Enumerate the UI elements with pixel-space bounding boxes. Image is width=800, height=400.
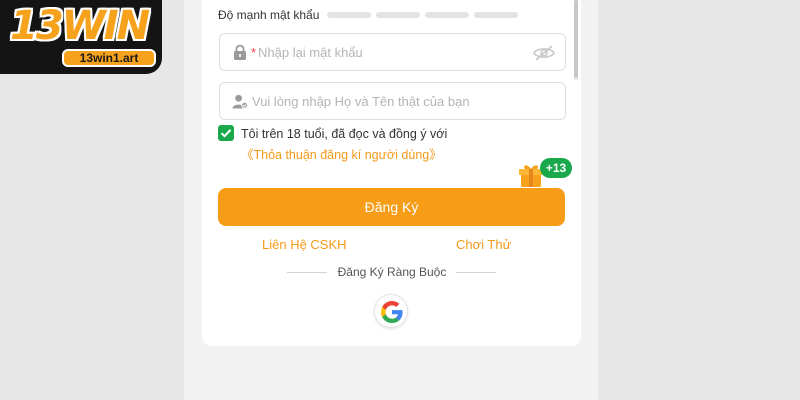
- try-play-link[interactable]: Chơi Thử: [456, 237, 511, 252]
- contact-support-link[interactable]: Liên Hệ CSKH: [262, 237, 347, 252]
- brand-name: 13WIN: [10, 3, 150, 49]
- lock-icon: [234, 44, 246, 60]
- agree-checkbox[interactable]: [218, 125, 234, 141]
- brand-url: 13win1.art: [79, 51, 139, 65]
- agreement-statement: Tôi trên 18 tuổi, đã đọc và đồng ý với: [241, 127, 448, 141]
- strength-bar-4: [474, 12, 518, 18]
- confirm-password-field[interactable]: *: [219, 33, 566, 71]
- confirm-password-input[interactable]: [258, 34, 528, 70]
- brand-logo: 13WIN 13win1.art: [0, 0, 162, 74]
- strength-bar-3: [425, 12, 469, 18]
- real-name-input[interactable]: [252, 83, 522, 119]
- bind-account-title: Đăng Ký Ràng Buộc: [337, 265, 447, 279]
- divider-right: [456, 272, 496, 273]
- brand-url-badge: 13win1.art: [62, 49, 156, 67]
- gift-bonus-badge: +13: [540, 158, 572, 178]
- user-agreement-link[interactable]: 《Thỏa thuận đăng kí người dùng》: [241, 148, 442, 162]
- user-verified-icon: [232, 94, 248, 109]
- real-name-field[interactable]: [219, 82, 566, 120]
- google-icon: [381, 301, 403, 323]
- password-strength-label: Độ mạnh mật khẩu: [218, 8, 320, 22]
- google-signin-button[interactable]: [374, 294, 408, 328]
- required-mark: *: [251, 45, 257, 60]
- scrollbar-thumb[interactable]: [574, 0, 578, 78]
- agreement-text: Tôi trên 18 tuổi, đã đọc và đồng ý với 《…: [241, 124, 466, 166]
- divider-left: [287, 272, 327, 273]
- strength-bar-1: [327, 12, 371, 18]
- register-button[interactable]: Đăng Ký: [218, 188, 565, 226]
- checkmark-icon: [220, 129, 232, 138]
- eye-off-icon[interactable]: [533, 45, 555, 61]
- strength-bar-2: [376, 12, 420, 18]
